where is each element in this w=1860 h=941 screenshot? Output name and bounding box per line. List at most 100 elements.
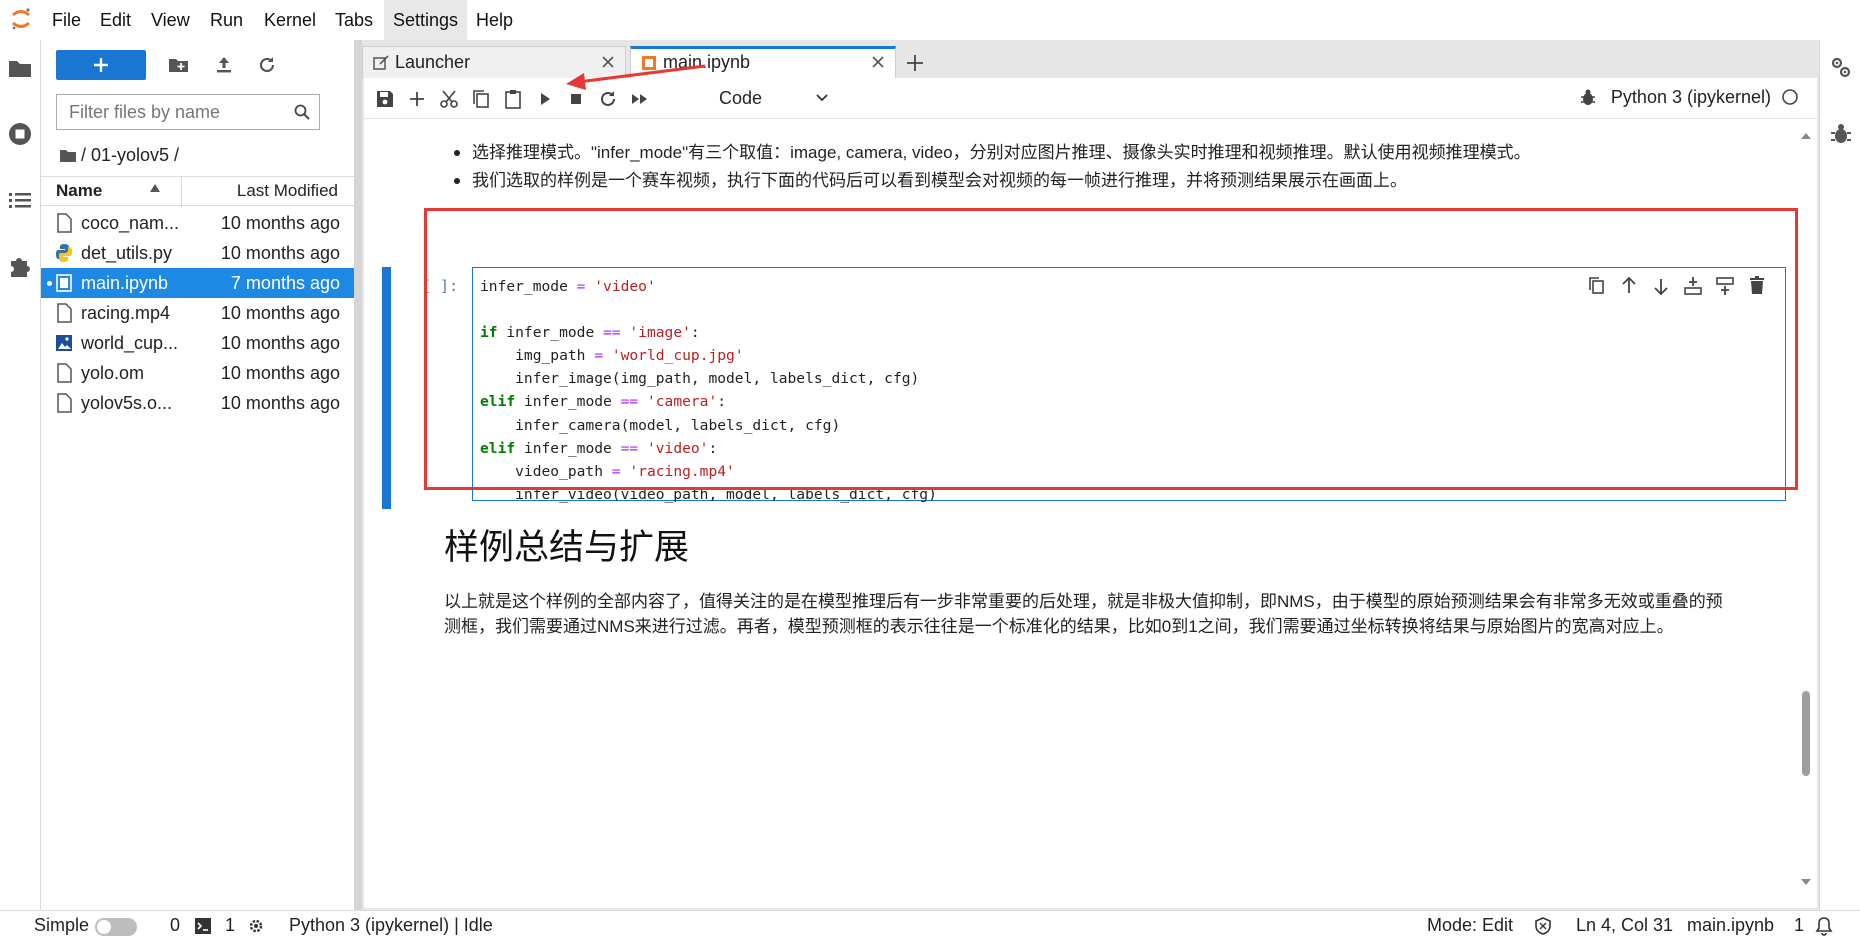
launcher-icon bbox=[373, 55, 389, 71]
file-list-header: Name Last Modified bbox=[41, 176, 354, 207]
cell-collapser[interactable] bbox=[382, 267, 391, 509]
notebook-icon bbox=[55, 273, 73, 293]
menu-bar: File Edit View Run Kernel Tabs Settings … bbox=[0, 0, 1860, 41]
terminal-count[interactable]: 0 bbox=[170, 915, 180, 936]
scroll-up-icon[interactable] bbox=[1800, 131, 1812, 141]
restart-icon[interactable] bbox=[595, 86, 621, 112]
file-row[interactable]: racing.mp4 10 months ago bbox=[41, 298, 354, 328]
sidebar-splitter[interactable] bbox=[354, 40, 362, 910]
property-inspector-icon[interactable] bbox=[1827, 54, 1855, 82]
chevron-down-icon bbox=[815, 91, 829, 105]
tab-launcher[interactable]: Launcher bbox=[362, 46, 626, 78]
menu-help[interactable]: Help bbox=[467, 0, 522, 40]
new-launcher-button[interactable] bbox=[56, 50, 146, 80]
file-name: det_utils.py bbox=[81, 243, 173, 263]
cursor-position[interactable]: Ln 4, Col 31 bbox=[1576, 915, 1673, 936]
kernel-count[interactable]: 1 bbox=[225, 915, 235, 936]
file-browser-panel: / 01-yolov5 / Name Last Modified coco_na… bbox=[41, 40, 354, 910]
notebook-scrollbar[interactable] bbox=[1799, 131, 1811, 891]
menu-run[interactable]: Run bbox=[201, 0, 252, 40]
sort-ascending-icon[interactable] bbox=[149, 183, 161, 193]
folder-icon[interactable] bbox=[6, 54, 34, 82]
right-activity-bar bbox=[1819, 40, 1860, 910]
column-divider[interactable] bbox=[181, 177, 182, 207]
file-row[interactable]: det_utils.py 10 months ago bbox=[41, 238, 354, 268]
plus-icon bbox=[94, 58, 108, 72]
extensions-icon[interactable] bbox=[6, 252, 34, 280]
close-icon[interactable] bbox=[601, 55, 615, 69]
text-file-icon bbox=[55, 393, 73, 413]
cell-type-select[interactable]: Code bbox=[719, 86, 829, 112]
menu-settings[interactable]: Settings bbox=[384, 0, 468, 40]
new-folder-icon[interactable] bbox=[166, 52, 194, 80]
file-modified: 10 months ago bbox=[220, 243, 340, 263]
text-file-icon bbox=[55, 213, 73, 233]
shield-icon[interactable] bbox=[1534, 917, 1552, 935]
bell-icon[interactable] bbox=[1815, 916, 1833, 936]
running-kernels-icon[interactable] bbox=[6, 120, 34, 148]
running-indicator bbox=[47, 281, 52, 286]
kernel-indicator: Python 3 (ipykernel) bbox=[1579, 86, 1799, 112]
notification-count[interactable]: 1 bbox=[1794, 915, 1804, 936]
file-modified: 10 months ago bbox=[220, 303, 340, 323]
tab-label: main.ipynb bbox=[663, 52, 751, 72]
kernel-status[interactable]: Python 3 (ipykernel) | Idle bbox=[289, 915, 493, 936]
folder-icon[interactable] bbox=[59, 147, 77, 163]
menu-edit[interactable]: Edit bbox=[91, 0, 140, 40]
menu-tabs[interactable]: Tabs bbox=[326, 0, 382, 40]
status-bar: Simple 0 1 Python 3 (ipykernel) | Idle M… bbox=[0, 910, 1860, 941]
python-file-icon bbox=[55, 243, 73, 263]
copy-icon[interactable] bbox=[468, 86, 494, 112]
kernel-gear-icon[interactable] bbox=[247, 917, 265, 935]
scroll-down-icon[interactable] bbox=[1800, 877, 1812, 887]
menu-view[interactable]: View bbox=[142, 0, 199, 40]
stop-icon[interactable] bbox=[563, 86, 589, 112]
file-row-selected[interactable]: main.ipynb 7 months ago bbox=[41, 268, 354, 298]
table-of-contents-icon[interactable] bbox=[6, 186, 34, 214]
cut-icon[interactable] bbox=[436, 86, 462, 112]
breadcrumb-path[interactable]: / 01-yolov5 / bbox=[81, 145, 179, 165]
simple-mode-toggle[interactable] bbox=[95, 918, 137, 936]
section-heading: 样例总结与扩展 bbox=[444, 528, 690, 567]
terminal-icon[interactable] bbox=[194, 917, 212, 935]
file-name: world_cup... bbox=[81, 333, 179, 353]
annotation-highlight-box bbox=[424, 208, 1798, 490]
notebook-toolbar: Code Python 3 (ipykernel) bbox=[364, 78, 1817, 119]
file-modified: 10 months ago bbox=[220, 333, 340, 353]
file-row[interactable]: coco_nam... 10 months ago bbox=[41, 208, 354, 238]
menu-file[interactable]: File bbox=[43, 0, 90, 40]
scrollbar-thumb[interactable] bbox=[1802, 691, 1810, 776]
upload-icon[interactable] bbox=[211, 52, 239, 80]
notebook-panel: Code Python 3 (ipykernel) 选择推理模式。"infer_… bbox=[364, 78, 1817, 908]
column-name-header[interactable]: Name bbox=[56, 181, 102, 201]
status-filename: main.ipynb bbox=[1687, 915, 1775, 935]
left-activity-bar bbox=[0, 40, 41, 910]
run-icon[interactable] bbox=[532, 86, 558, 112]
file-row[interactable]: world_cup... 10 months ago bbox=[41, 328, 354, 358]
file-name: main.ipynb bbox=[81, 273, 169, 293]
refresh-icon[interactable] bbox=[254, 52, 282, 80]
paste-icon[interactable] bbox=[500, 86, 526, 112]
add-tab-icon[interactable] bbox=[902, 50, 928, 76]
debugger-icon[interactable] bbox=[1827, 120, 1855, 148]
insert-cell-icon[interactable] bbox=[404, 86, 430, 112]
search-icon bbox=[293, 103, 311, 121]
fast-forward-icon[interactable] bbox=[627, 86, 653, 112]
list-item: 选择推理模式。"infer_mode"有三个取值：image, camera, … bbox=[444, 139, 1744, 167]
menu-kernel[interactable]: Kernel bbox=[255, 0, 325, 40]
filter-files-input[interactable] bbox=[67, 101, 281, 124]
editor-mode: Mode: Edit bbox=[1427, 915, 1514, 935]
file-row[interactable]: yolov5s.o... 10 months ago bbox=[41, 388, 354, 418]
column-modified-header[interactable]: Last Modified bbox=[237, 181, 338, 201]
debugger-icon[interactable] bbox=[1579, 88, 1597, 106]
text-file-icon bbox=[55, 363, 73, 383]
file-row[interactable]: yolo.om 10 months ago bbox=[41, 358, 354, 388]
cell-type-value: Code bbox=[719, 88, 763, 108]
save-icon[interactable] bbox=[372, 86, 398, 112]
simple-mode-label: Simple bbox=[34, 915, 90, 935]
kernel-name[interactable]: Python 3 (ipykernel) bbox=[1611, 87, 1771, 107]
tab-main-notebook[interactable]: main.ipynb bbox=[630, 46, 896, 78]
filter-files-box bbox=[56, 94, 320, 130]
file-name: yolo.om bbox=[81, 363, 145, 383]
close-icon[interactable] bbox=[871, 55, 885, 69]
